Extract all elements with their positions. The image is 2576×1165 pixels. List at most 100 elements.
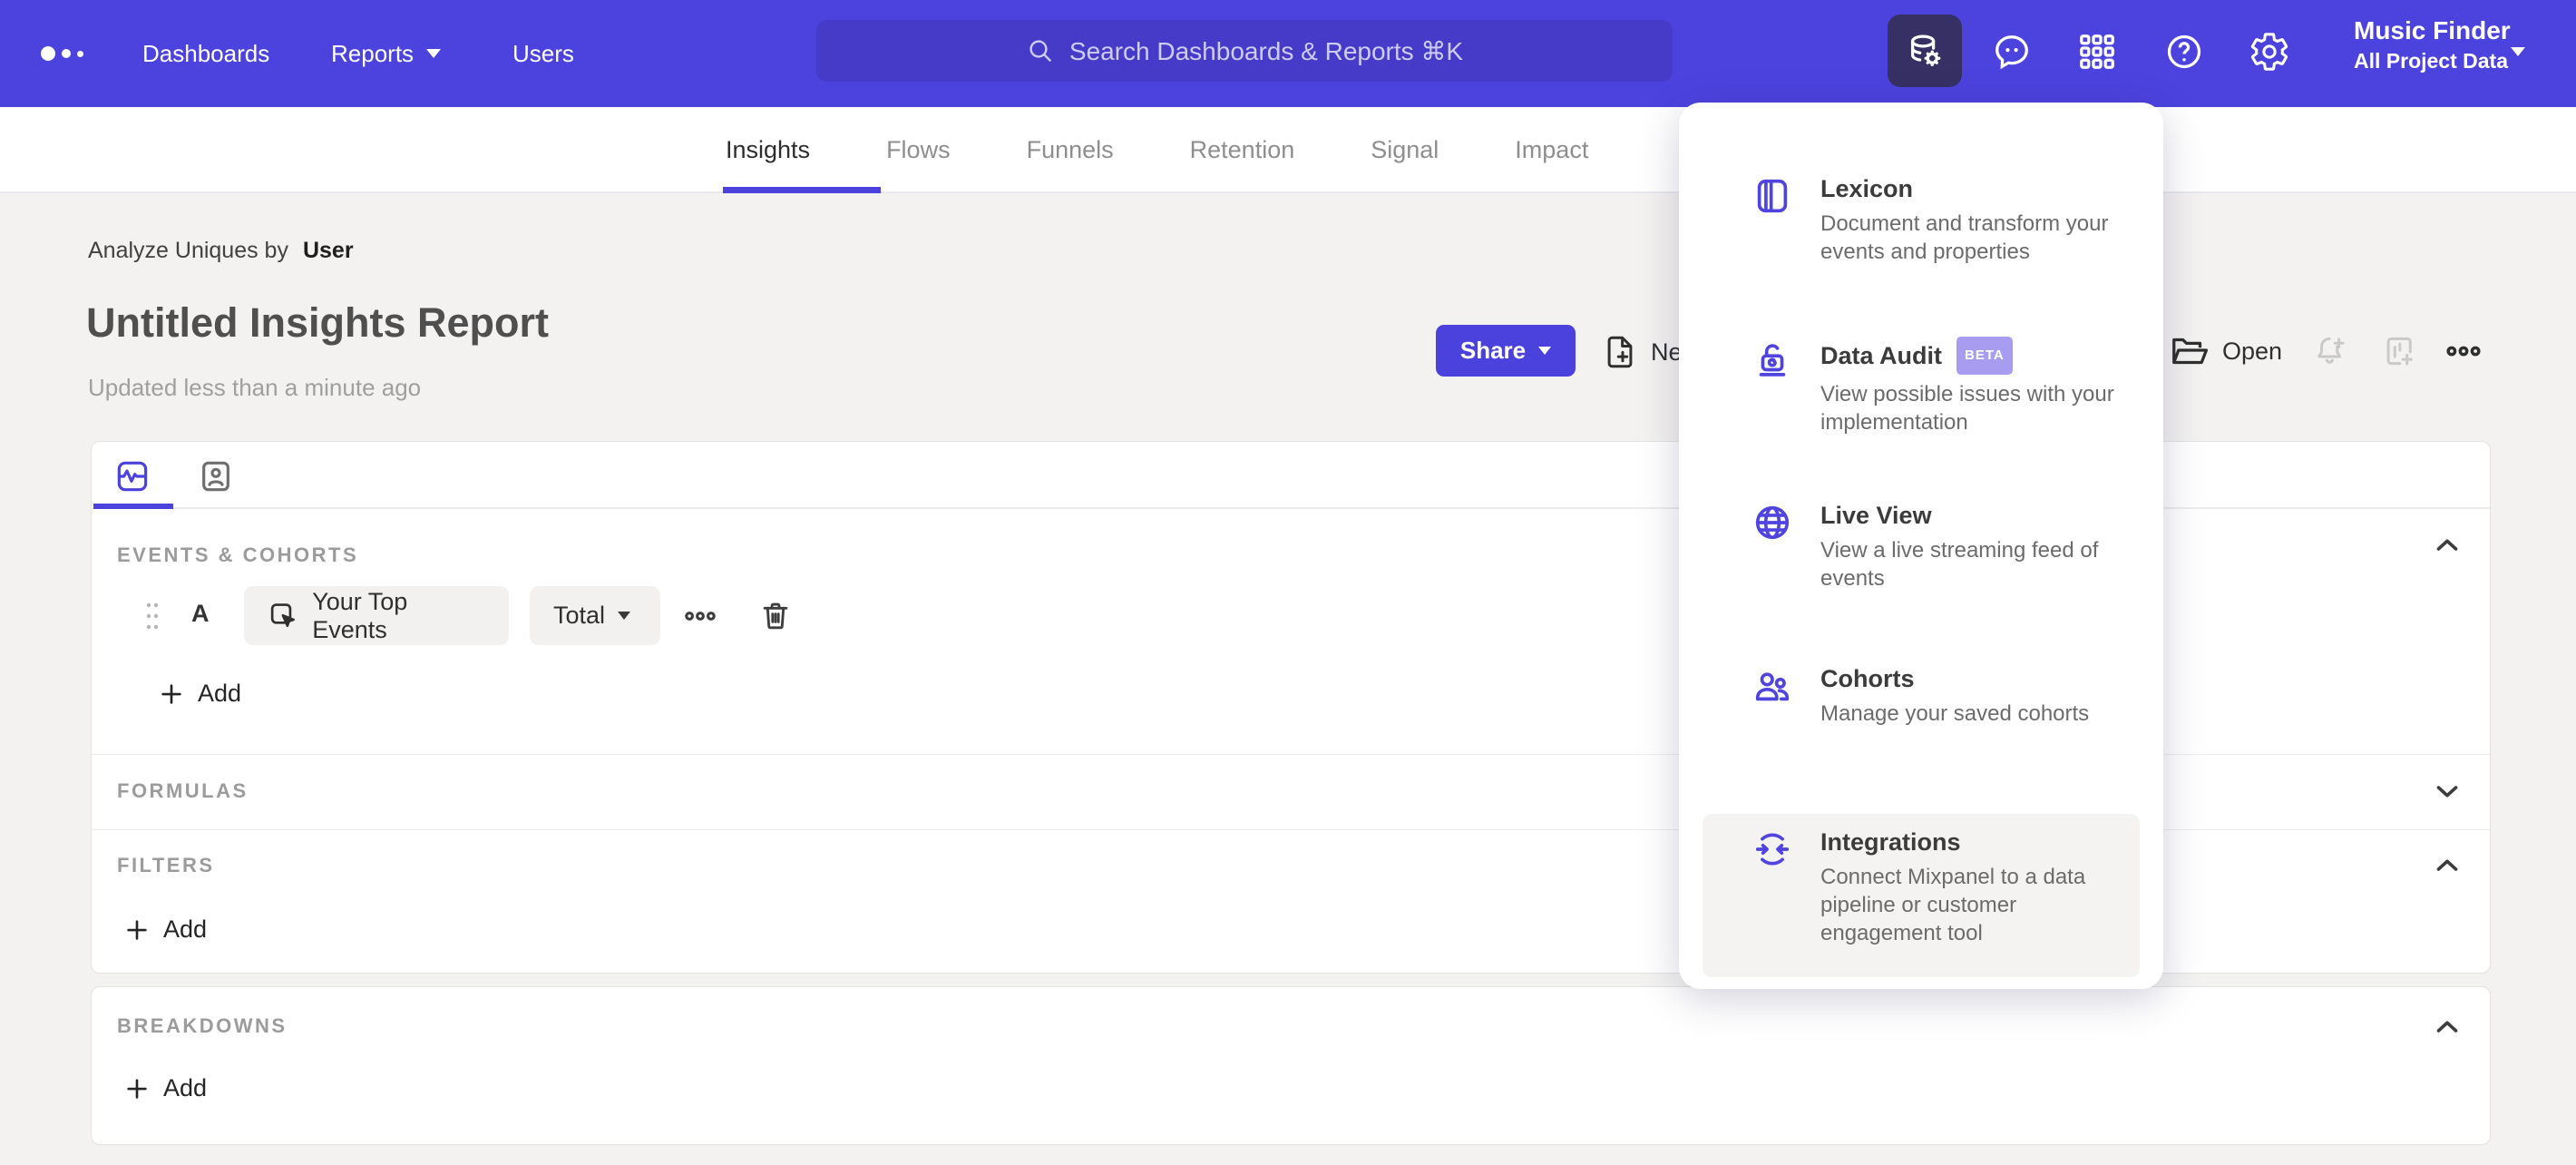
feedback-button[interactable] <box>1991 31 2033 73</box>
menu-item-title: Data Audit <box>1820 342 1942 369</box>
tab-flows[interactable]: Flows <box>886 136 951 164</box>
settings-gear-button[interactable] <box>2249 31 2290 73</box>
tab-funnels[interactable]: Funnels <box>1027 136 1114 164</box>
drag-handle-icon[interactable] <box>141 598 163 634</box>
logo-dot <box>62 49 71 58</box>
analyze-uniques-control: Analyze Uniques by User <box>88 238 354 264</box>
delete-row-trash-icon[interactable] <box>758 599 793 633</box>
nav-item-dashboards[interactable]: Dashboards <box>142 0 269 107</box>
event-name: Your Top Events <box>312 587 408 643</box>
updated-timestamp: Updated less than a minute ago <box>88 374 422 401</box>
cohorts-users-icon <box>1755 672 1790 701</box>
mixpanel-app: Dashboards Reports Users Search Dashboar… <box>0 0 2576 1165</box>
project-selector[interactable]: Music Finder All Project Data <box>2354 15 2511 74</box>
tab-signal[interactable]: Signal <box>1371 136 1439 164</box>
folder-open-icon <box>2172 338 2209 365</box>
mixpanel-logo-icon[interactable] <box>41 0 83 107</box>
add-label: Add <box>198 680 242 707</box>
collapse-events-chevron-up-icon[interactable] <box>2430 528 2464 563</box>
collapse-filters-chevron-up-icon[interactable] <box>2430 848 2464 883</box>
chevron-down-icon <box>426 49 442 58</box>
tab-retention[interactable]: Retention <box>1190 136 1295 164</box>
formulas-section-label: FORMULAS <box>117 779 249 802</box>
chevron-down-icon <box>1538 347 1552 355</box>
lexicon-book-icon <box>1757 179 1788 213</box>
beta-badge: BETA <box>1956 337 2013 375</box>
active-tab-underline <box>723 187 881 193</box>
menu-item-title: Cohorts <box>1820 665 1915 692</box>
menu-item-cohorts[interactable]: Cohorts Manage your saved cohorts <box>1703 651 2140 814</box>
add-filter-button[interactable]: Add <box>123 915 207 944</box>
insights-mode-tab-icon[interactable] <box>114 458 151 494</box>
menu-item-live-view[interactable]: Live View View a live streaming feed of … <box>1703 487 2140 651</box>
data-management-menu: Lexicon Document and transform your even… <box>1679 103 2163 989</box>
add-label: Add <box>163 915 208 943</box>
top-nav: Dashboards Reports Users Search Dashboar… <box>0 0 2576 107</box>
breakdowns-section-label: BREAKDOWNS <box>117 1014 288 1037</box>
more-options-icon[interactable] <box>2444 332 2483 370</box>
nav-item-label: Reports <box>331 39 415 67</box>
help-button[interactable] <box>2163 31 2205 73</box>
plus-icon <box>161 683 181 704</box>
add-event-button[interactable]: Add <box>158 680 241 708</box>
metric-name: Total <box>553 602 606 629</box>
collapse-breakdowns-chevron-up-icon[interactable] <box>2430 1010 2464 1044</box>
menu-item-description: View a live streaming feed of events <box>1820 538 2099 591</box>
apps-grid-button[interactable] <box>2076 31 2118 73</box>
menu-item-title: Lexicon <box>1820 175 1914 202</box>
menu-item-description: View possible issues with your implement… <box>1820 382 2114 435</box>
alert-bell-plus-icon[interactable] <box>2311 332 2349 370</box>
logo-dot <box>77 50 83 57</box>
menu-item-integrations[interactable]: Integrations Connect Mixpanel to a data … <box>1703 814 2140 977</box>
menu-item-lexicon[interactable]: Lexicon Document and transform your even… <box>1703 161 2140 324</box>
integrations-sync-icon <box>1755 833 1790 866</box>
global-search-input[interactable]: Search Dashboards & Reports ⌘K <box>816 20 1673 82</box>
open-label: Open <box>2222 337 2283 365</box>
row-letter: A <box>191 600 210 627</box>
chevron-down-icon <box>618 612 631 620</box>
plus-icon <box>127 919 147 940</box>
event-selector-chip[interactable]: Your Top Events <box>244 586 509 645</box>
open-report-button[interactable]: Open <box>2169 330 2282 372</box>
add-breakdown-button[interactable]: Add <box>123 1074 207 1102</box>
tab-insights[interactable]: Insights <box>726 136 810 164</box>
menu-item-data-audit[interactable]: Data Audit BETA View possible issues wit… <box>1703 324 2140 487</box>
menu-item-title: Live View <box>1820 502 1932 529</box>
chevron-down-icon[interactable] <box>2511 47 2525 56</box>
filters-section-label: FILTERS <box>117 854 215 876</box>
metric-selector-chip[interactable]: Total <box>530 586 660 645</box>
nav-item-label: Users <box>512 39 574 67</box>
nav-item-users[interactable]: Users <box>512 0 574 107</box>
report-tabbar: Insights Flows Funnels Retention Signal … <box>0 107 2576 193</box>
menu-item-description: Manage your saved cohorts <box>1820 701 2090 726</box>
search-icon <box>1029 40 1052 63</box>
profiles-mode-tab-icon[interactable] <box>198 458 234 494</box>
analyze-label: Analyze Uniques by <box>88 238 288 263</box>
report-title[interactable]: Untitled Insights Report <box>86 299 549 347</box>
live-view-globe-icon <box>1755 505 1790 540</box>
database-gear-icon <box>1910 34 1941 66</box>
analyze-value-selector[interactable]: User <box>303 238 354 263</box>
menu-item-description: Document and transform your events and p… <box>1820 211 2109 264</box>
project-name: Music Finder <box>2354 16 2511 44</box>
tab-impact[interactable]: Impact <box>1515 136 1588 164</box>
expand-formulas-chevron-down-icon[interactable] <box>2430 774 2464 808</box>
active-mode-underline <box>93 504 173 509</box>
search-placeholder: Search Dashboards & Reports ⌘K <box>1068 36 1464 65</box>
breakdowns-card: BREAKDOWNS Add <box>91 986 2491 1145</box>
add-to-dashboard-icon[interactable] <box>2380 332 2418 370</box>
add-label: Add <box>163 1074 208 1101</box>
row-more-options-icon[interactable] <box>683 599 717 633</box>
event-cursor-icon <box>270 602 295 627</box>
document-plus-icon <box>1607 336 1633 368</box>
events-cohorts-section-label: EVENTS & COHORTS <box>117 543 359 566</box>
project-scope: All Project Data <box>2354 49 2508 73</box>
menu-item-title: Integrations <box>1820 828 1961 856</box>
logo-dot <box>41 46 55 61</box>
share-button[interactable]: Share <box>1436 325 1576 377</box>
nav-item-reports[interactable]: Reports <box>331 0 442 107</box>
data-management-button[interactable] <box>1888 15 1962 87</box>
data-audit-lock-icon <box>1759 344 1786 377</box>
share-label: Share <box>1459 337 1527 364</box>
menu-item-description: Connect Mixpanel to a data pipeline or c… <box>1820 865 2086 945</box>
